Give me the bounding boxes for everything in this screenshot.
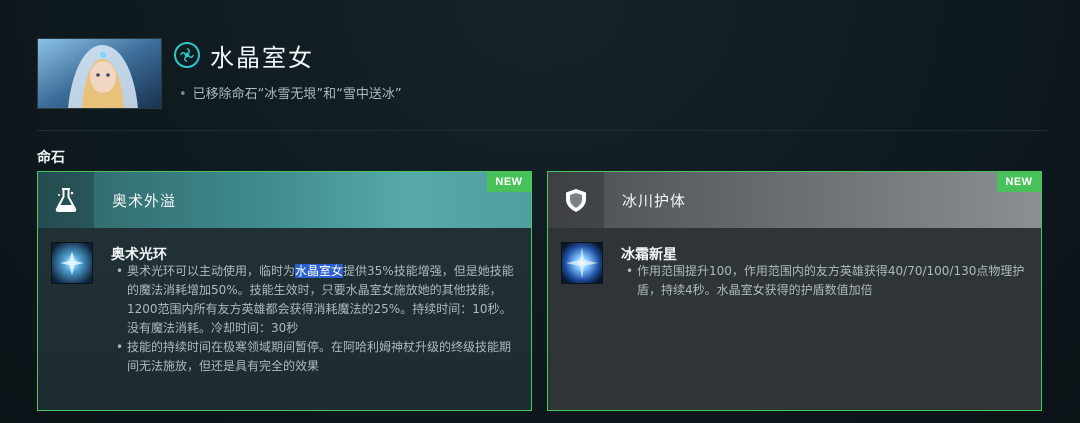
shield-icon (548, 172, 604, 228)
facet-card-arcane-overflow[interactable]: 奥术外溢 NEW 奥术光环 奥术光环可以主动使用，临时为水晶室女提供35%技能增… (37, 171, 532, 411)
crystal-nova-skill-icon (561, 242, 603, 284)
card-header: 奥术外溢 NEW (38, 172, 531, 228)
skill-name: 冰霜新星 (621, 247, 677, 263)
hero-portrait (37, 38, 162, 109)
hero-name: 水晶室女 (210, 43, 314, 72)
hero-change-note: 已移除命石“冰雪无垠”和“雪中送冰” (179, 83, 402, 102)
skill-description-item: 作用范围提升100，作用范围内的友方英雄获得40/70/100/130点物理护盾… (626, 262, 1027, 300)
facet-card-glacial-guard[interactable]: 冰川护体 NEW 冰霜新星 作用范围提升100，作用范围内的友方英雄获得40/7… (547, 171, 1042, 411)
hero-title-row: 水晶室女 (174, 38, 314, 72)
flask-icon (38, 172, 94, 228)
section-label-facets: 命石 (37, 150, 65, 166)
new-badge: NEW (487, 172, 531, 192)
card-title: 奥术外溢 (112, 191, 177, 210)
skill-description-item: 奥术光环可以主动使用，临时为水晶室女提供35%技能增强，但是她技能的魔法消耗增加… (116, 262, 517, 338)
highlighted-text: 水晶室女 (295, 264, 344, 278)
card-header: 冰川护体 NEW (548, 172, 1041, 228)
skill-description-list: 奥术光环可以主动使用，临时为水晶室女提供35%技能增强，但是她技能的魔法消耗增加… (116, 262, 517, 376)
skill-name: 奥术光环 (111, 247, 167, 263)
hero-header: 水晶室女 已移除命石“冰雪无垠”和“雪中送冰” (37, 38, 1047, 130)
skill-description-list: 作用范围提升100，作用范围内的友方英雄获得40/70/100/130点物理护盾… (626, 262, 1027, 300)
arcane-aura-skill-icon (51, 242, 93, 284)
divider (37, 130, 1047, 131)
universal-attribute-icon (174, 42, 200, 68)
card-title: 冰川护体 (622, 191, 687, 210)
skill-description-item: 技能的持续时间在极寒领域期间暂停。在阿哈利姆神杖升级的终级技能期间无法施放，但还… (116, 338, 517, 376)
description-text: 奥术光环可以主动使用，临时为 (127, 264, 296, 278)
new-badge: NEW (997, 172, 1041, 192)
